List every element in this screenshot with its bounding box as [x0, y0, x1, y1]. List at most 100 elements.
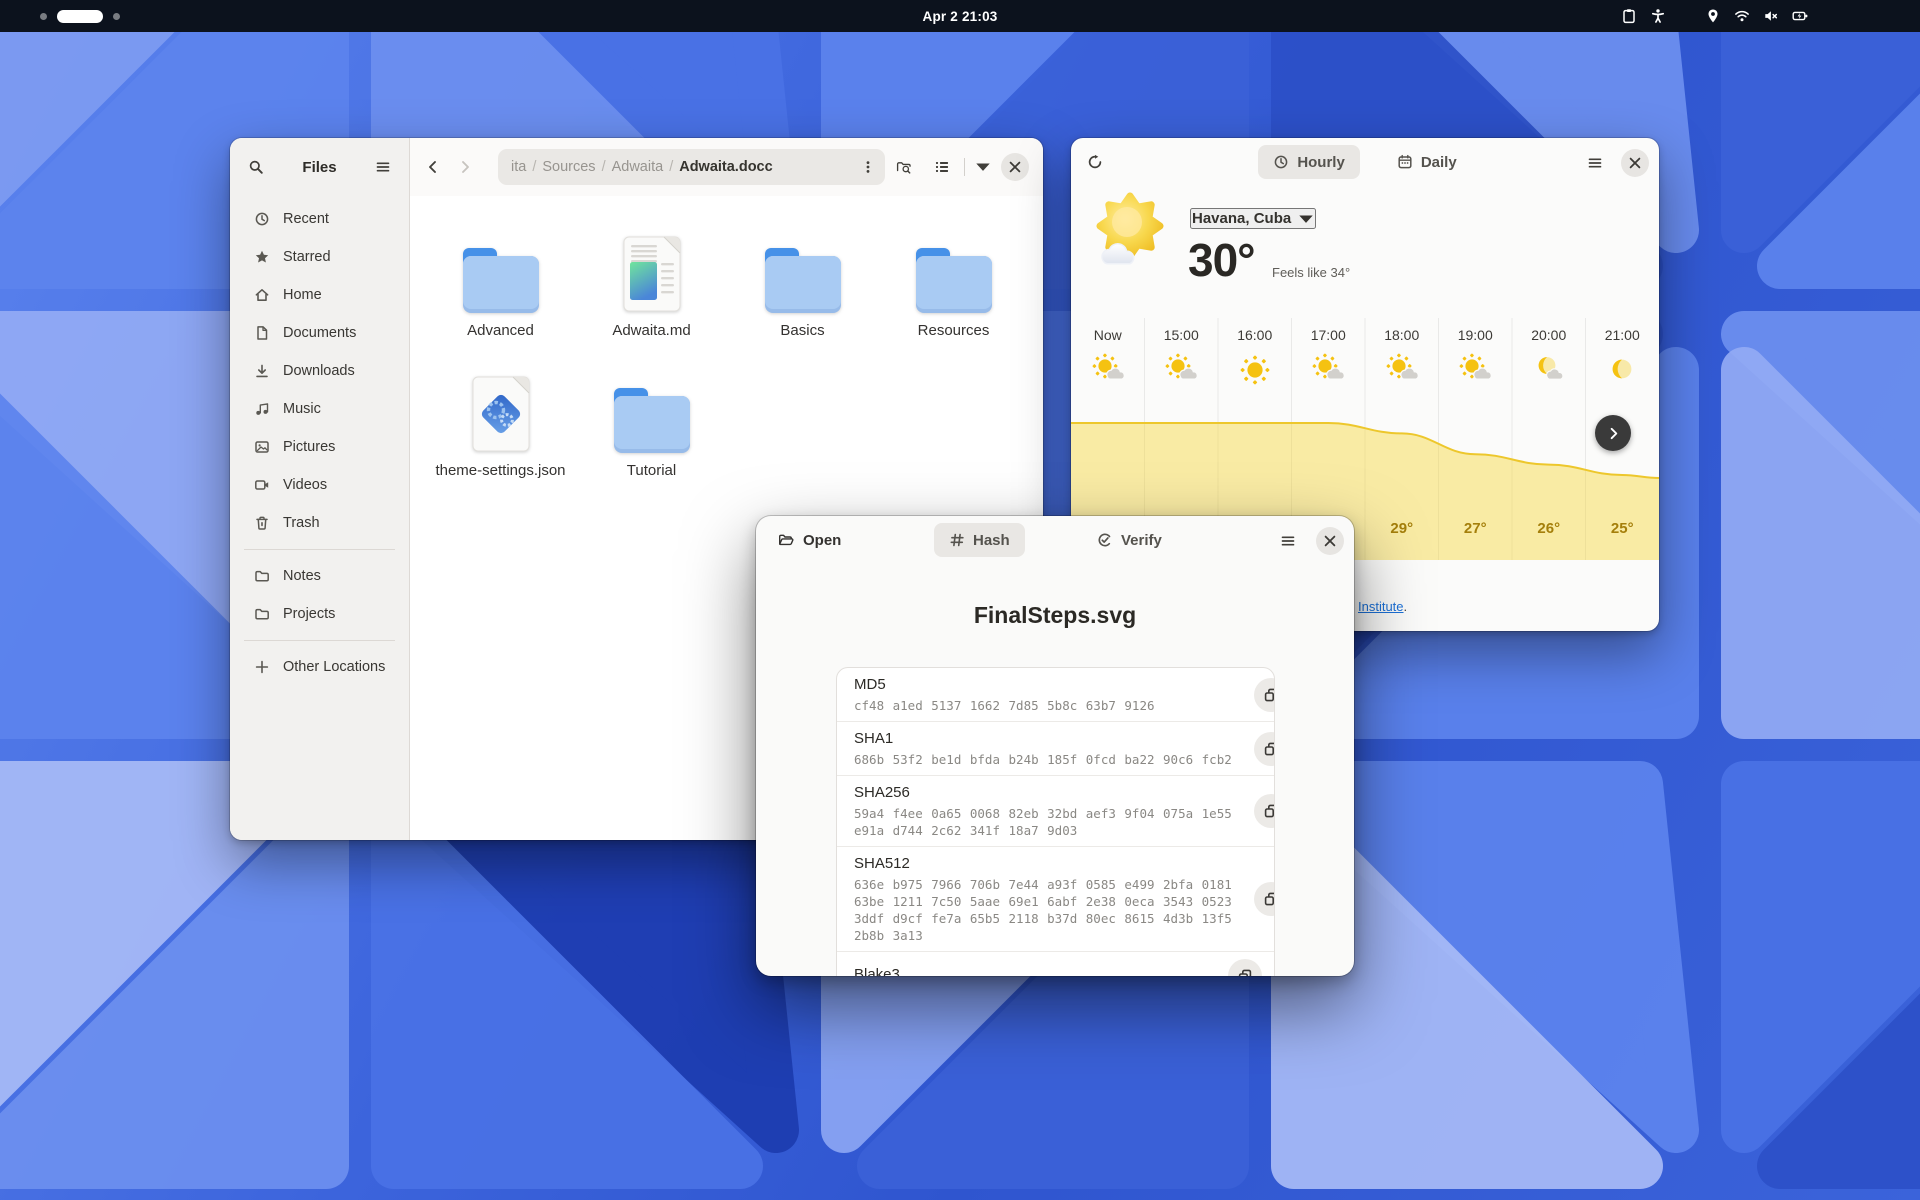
sidebar-item-trash[interactable]: Trash: [236, 504, 403, 542]
breadcrumb[interactable]: ita/Sources/Adwaita/Adwaita.docc: [498, 149, 885, 185]
copy-hash-button[interactable]: [1228, 959, 1262, 976]
top-bar: Apr 2 21:03: [0, 0, 1920, 32]
picture-icon: [254, 439, 270, 455]
sun-cloud-large-icon: [1090, 192, 1170, 291]
system-status-area[interactable]: [1620, 0, 1808, 32]
hour-column-1800: 18:00: [1365, 318, 1439, 415]
location-selector[interactable]: Havana, Cuba: [1190, 208, 1316, 229]
close-icon: [1322, 533, 1338, 549]
clock-icon: [1273, 154, 1289, 170]
sidebar-divider: [244, 640, 395, 641]
sidebar-item-label: Pictures: [283, 439, 335, 455]
file-item-resources[interactable]: Resources: [878, 218, 1029, 356]
breadcrumb-segment[interactable]: ita: [508, 159, 529, 175]
sidebar-item-recent[interactable]: Recent: [236, 200, 403, 238]
file-item-adwaita-md[interactable]: Adwaita.md: [576, 218, 727, 356]
view-options-dropdown[interactable]: [971, 151, 995, 183]
forward-button[interactable]: [449, 151, 481, 183]
hash-row-sha1: SHA1 686b 53f2 be1d bfda b24b 185f 0fcd …: [837, 722, 1274, 776]
hashed-filename: FinalSteps.svg: [756, 602, 1354, 629]
current-temperature: 30°: [1188, 234, 1255, 286]
hash-row-sha512: SHA512 636e b975 7966 706b 7e44 a93f 058…: [837, 847, 1274, 952]
sidebar-item-documents[interactable]: Documents: [236, 314, 403, 352]
files-header-bar[interactable]: ita/Sources/Adwaita/Adwaita.docc: [410, 138, 1043, 196]
file-item-advanced[interactable]: Advanced: [425, 218, 576, 356]
attribution-link[interactable]: Institute: [1358, 599, 1404, 614]
copy-hash-button[interactable]: [1254, 882, 1275, 916]
tab-verify[interactable]: Verify: [1082, 523, 1177, 557]
sidebar-item-starred[interactable]: Starred: [236, 238, 403, 276]
hour-temp-label: 27°: [1439, 520, 1513, 537]
hour-label: 15:00: [1164, 327, 1199, 343]
clock-icon: [254, 211, 270, 227]
hour-column-1500: 15:00: [1145, 318, 1219, 415]
copy-icon: [1237, 968, 1253, 976]
weather-header-bar[interactable]: Hourly Daily: [1071, 138, 1659, 186]
breadcrumb-current[interactable]: Adwaita.docc: [676, 159, 775, 175]
close-button[interactable]: [1621, 149, 1649, 177]
clipboard-icon[interactable]: [1620, 8, 1637, 25]
sidebar-item-notes[interactable]: Notes: [236, 557, 403, 595]
files-sidebar-header[interactable]: Files: [230, 138, 409, 196]
copy-hash-button[interactable]: [1254, 732, 1275, 766]
hash-dialog-header[interactable]: Open Hash Verify: [756, 516, 1354, 564]
file-item-tutorial[interactable]: Tutorial: [576, 358, 727, 496]
calendar-icon: [1397, 154, 1413, 170]
close-icon: [1007, 159, 1023, 175]
folder-icon: [915, 218, 993, 314]
hamburger-icon: [1587, 155, 1603, 171]
file-item-theme-settings-json[interactable]: theme-settings.json: [425, 358, 576, 496]
hash-algorithm-label: Blake3: [854, 965, 1220, 976]
sidebar-item-music[interactable]: Music: [236, 390, 403, 428]
hour-label: Now: [1094, 327, 1122, 343]
copy-hash-button[interactable]: [1254, 794, 1275, 828]
hour-label: 20:00: [1531, 327, 1566, 343]
hash-dialog: Open Hash Verify FinalSteps.svg MD5 cf48…: [756, 516, 1354, 976]
search-button[interactable]: [240, 151, 272, 183]
close-button[interactable]: [1001, 153, 1029, 181]
hour-column-2100: 21:00: [1586, 318, 1660, 415]
accessibility-icon[interactable]: [1649, 8, 1666, 25]
hour-label: 17:00: [1311, 327, 1346, 343]
tab-hourly[interactable]: Hourly: [1258, 145, 1360, 179]
hash-menu-button[interactable]: [1272, 525, 1304, 557]
tab-open[interactable]: Open: [768, 523, 851, 557]
list-view-button[interactable]: [926, 151, 958, 183]
file-item-label: Basics: [780, 322, 824, 339]
trash-icon: [254, 515, 270, 531]
tab-hash[interactable]: Hash: [934, 523, 1025, 557]
tab-hash-label: Hash: [973, 532, 1010, 549]
hour-column-1600: 16:00: [1218, 318, 1292, 415]
file-item-basics[interactable]: Basics: [727, 218, 878, 356]
sidebar-item-home[interactable]: Home: [236, 276, 403, 314]
folder-icon: [254, 606, 270, 622]
back-icon: [425, 159, 441, 175]
sidebar-item-pictures[interactable]: Pictures: [236, 428, 403, 466]
sun-icon: [1237, 352, 1273, 393]
current-folder-menu-button[interactable]: [855, 154, 881, 180]
sun-cloud-icon: [1163, 352, 1199, 393]
copy-hash-button[interactable]: [1254, 678, 1275, 712]
attribution-suffix: .: [1404, 599, 1408, 614]
sidebar-item-label: Home: [283, 287, 322, 303]
sun-cloud-icon: [1457, 352, 1493, 393]
close-button[interactable]: [1316, 527, 1344, 555]
search-folder-button[interactable]: [888, 151, 920, 183]
breadcrumb-segment[interactable]: Sources: [539, 159, 598, 175]
document-icon: [254, 325, 270, 341]
hour-column-1900: 19:00: [1439, 318, 1513, 415]
scroll-next-button[interactable]: [1595, 415, 1631, 451]
sidebar-item-projects[interactable]: Projects: [236, 595, 403, 633]
tab-daily[interactable]: Daily: [1382, 145, 1472, 179]
sidebar-item-downloads[interactable]: Downloads: [236, 352, 403, 390]
weather-menu-button[interactable]: [1579, 147, 1611, 179]
search-icon: [248, 159, 264, 175]
location-icon: [1704, 8, 1721, 25]
sidebar-item-other-locations[interactable]: Other Locations: [236, 648, 403, 686]
files-menu-button[interactable]: [367, 151, 399, 183]
breadcrumb-segment[interactable]: Adwaita: [609, 159, 667, 175]
back-button[interactable]: [417, 151, 449, 183]
files-sidebar: Files Recent Starred Home Documents Down…: [230, 138, 410, 840]
sidebar-item-videos[interactable]: Videos: [236, 466, 403, 504]
chevron-right-icon: [1606, 426, 1621, 441]
